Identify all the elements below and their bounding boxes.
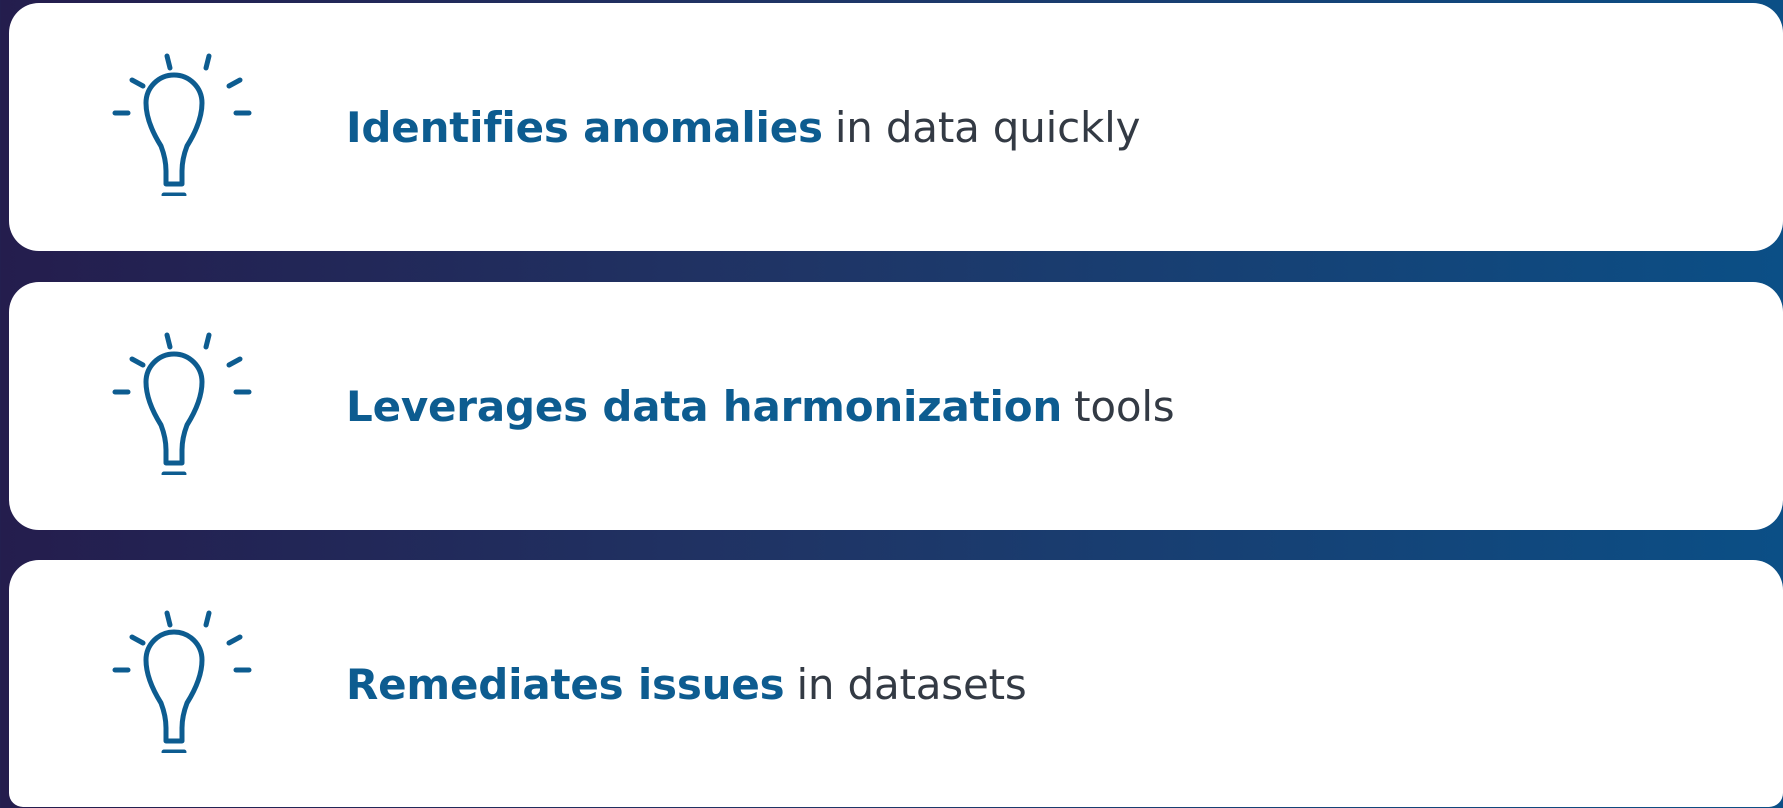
lightbulb-icon — [112, 603, 252, 753]
feature-list: Identifies anomalies in data quickly Lev… — [9, 3, 1783, 807]
feature-text: Identifies anomalies in data quickly — [346, 3, 1140, 251]
feature-card-harmonization: Leverages data harmonization tools — [9, 282, 1783, 530]
feature-text-bold: Leverages data harmonization — [346, 381, 1063, 431]
feature-text: Remediates issues in datasets — [346, 560, 1027, 808]
lightbulb-icon — [112, 325, 252, 475]
feature-card-remediation: Remediates issues in datasets — [9, 560, 1783, 807]
feature-text-rest: in data quickly — [834, 102, 1141, 152]
feature-text: Leverages data harmonization tools — [346, 282, 1175, 530]
feature-card-anomalies: Identifies anomalies in data quickly — [9, 3, 1783, 251]
feature-text-rest: in datasets — [796, 659, 1027, 709]
feature-text-rest: tools — [1074, 381, 1175, 431]
lightbulb-icon — [112, 46, 252, 196]
feature-text-bold: Remediates issues — [346, 659, 785, 709]
feature-text-bold: Identifies anomalies — [346, 102, 823, 152]
